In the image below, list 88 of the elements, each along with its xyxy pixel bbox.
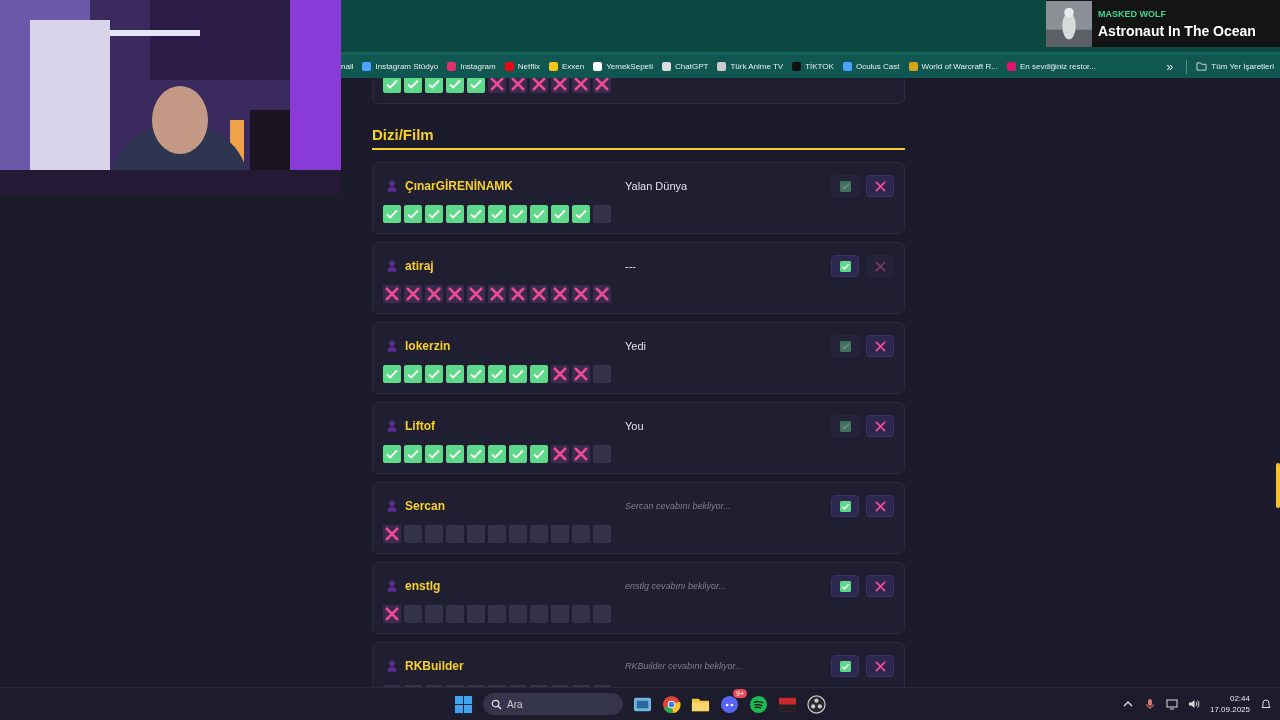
reject-button[interactable] (866, 575, 894, 597)
reject-button[interactable] (866, 175, 894, 197)
reject-button[interactable] (866, 495, 894, 517)
windows-start-icon[interactable] (454, 694, 473, 714)
check-icon (839, 660, 851, 672)
bookmark-link[interactable]: TİKTOK (792, 62, 834, 71)
player-name: Sercan (405, 499, 447, 513)
bookmark-link[interactable]: Netflix (504, 62, 540, 71)
check-icon (839, 260, 851, 272)
waiting-message: enstlg cevabını bekliyor... (624, 581, 728, 591)
artist-name: MASKED WOLF (1098, 8, 1167, 19)
check-icon (839, 500, 851, 512)
search-icon (491, 698, 502, 710)
bookmark-link[interactable]: Türk Anime TV (717, 62, 784, 71)
answer-text: --- (624, 260, 637, 272)
bookmark-link[interactable]: World of Warcraft R... (908, 62, 998, 71)
bookmark-icon (447, 62, 457, 71)
bookmark-icon (842, 62, 852, 71)
answer-text: Yalan Dünya (624, 180, 689, 192)
waiting-message: RKBuilder cevabını bekliyor... (624, 661, 744, 671)
user-icon (387, 420, 397, 432)
bookmark-link[interactable]: ChatGPT (662, 62, 709, 71)
discord-icon[interactable] (720, 694, 739, 714)
close-icon (874, 420, 886, 432)
volume-icon[interactable] (1187, 698, 1200, 710)
close-icon (874, 340, 886, 352)
close-icon (874, 500, 886, 512)
check-icon (839, 420, 851, 432)
bookmark-icon (593, 62, 603, 71)
obs-icon[interactable] (807, 694, 826, 714)
check-icon (839, 180, 851, 192)
bookmark-link[interactable]: YemekSepeti (593, 62, 654, 71)
bookmark-icon (792, 62, 802, 71)
close-icon (874, 260, 886, 272)
user-icon (387, 500, 397, 512)
user-icon (387, 340, 397, 352)
bookmark-icon (504, 62, 514, 71)
microphone-icon[interactable] (1143, 698, 1156, 710)
more-bookmarks-button[interactable]: » (1166, 59, 1174, 74)
player-name: lokerzin (405, 339, 452, 353)
clock-time[interactable]: 02:44 (1229, 693, 1250, 704)
check-icon (839, 580, 851, 592)
user-icon (387, 580, 397, 592)
answer-text: Yedi (624, 340, 647, 352)
answer-text: You (624, 420, 645, 432)
chrome-icon[interactable] (662, 694, 681, 714)
bookmark-link[interactable]: Instagram (447, 62, 496, 71)
close-icon (874, 580, 886, 592)
search-field[interactable]: Ara (483, 693, 623, 715)
bookmark-icon (548, 62, 558, 71)
player-name: atiraj (405, 259, 435, 273)
bookmark-link[interactable]: nail (341, 62, 354, 71)
accept-button[interactable] (831, 255, 859, 277)
folder-icon (1196, 62, 1208, 71)
user-icon (387, 660, 397, 672)
notification-icon[interactable] (1260, 698, 1272, 710)
user-icon (387, 180, 397, 192)
bookmark-link[interactable]: En sevdiğiniz restor... (1006, 62, 1096, 71)
close-icon (874, 660, 886, 672)
reject-button[interactable] (866, 655, 894, 677)
reject-button[interactable] (866, 415, 894, 437)
reject-button[interactable] (866, 335, 894, 357)
waiting-message: Sercan cevabını bekliyor... (624, 501, 732, 511)
bookmark-link[interactable]: Exxen (548, 62, 585, 71)
network-icon[interactable] (1165, 698, 1178, 710)
player-name: ÇınarGİRENİNAMK (405, 179, 514, 193)
close-icon (874, 180, 886, 192)
bookmark-icon (908, 62, 918, 71)
bookmark-icon (717, 62, 727, 71)
user-icon (387, 260, 397, 272)
spotify-icon[interactable] (749, 694, 768, 714)
bookmark-icon (1006, 62, 1016, 71)
check-icon (839, 340, 851, 352)
song-title: Astronaut In The Ocean (1098, 22, 1256, 39)
bookmark-link[interactable]: Oculus Cast (842, 62, 900, 71)
accept-button[interactable] (831, 575, 859, 597)
bookmark-link[interactable]: Instagram Stüdyo (362, 62, 439, 71)
bookmark-icon (662, 62, 672, 71)
all-bookmarks-link[interactable]: Tüm Yer İşaretleri (1196, 62, 1274, 71)
accept-button[interactable] (831, 655, 859, 677)
bookmark-icon (362, 62, 372, 71)
player-name: Liftof (405, 419, 436, 433)
player-name: enstlg (405, 579, 442, 593)
player-name: RKBuilder (405, 659, 465, 673)
scrollbar-thumb[interactable] (1276, 463, 1280, 508)
accept-button[interactable] (831, 495, 859, 517)
section-heading: Dizi/Film (372, 126, 905, 150)
clock-date[interactable]: 17.09.2025 (1209, 704, 1250, 715)
